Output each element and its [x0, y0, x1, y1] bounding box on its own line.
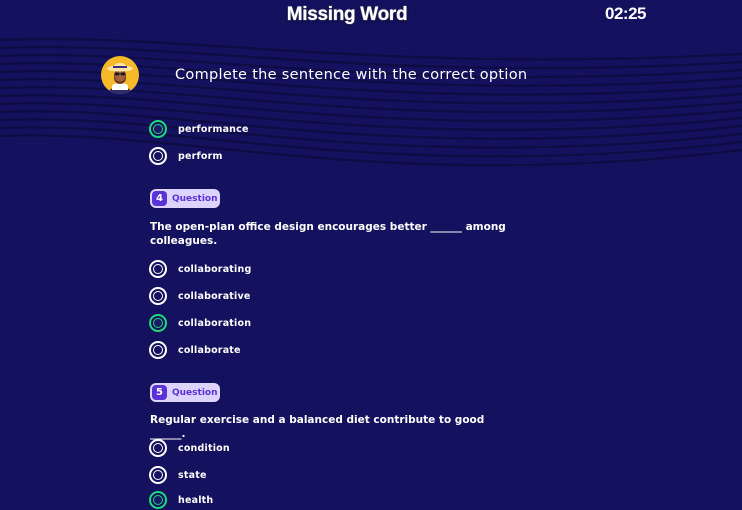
- option-label: collaborative: [178, 290, 251, 302]
- radio-icon[interactable]: [149, 341, 167, 359]
- top-bar: Missing Word 02:25: [0, 0, 742, 34]
- radio-icon[interactable]: [149, 287, 167, 305]
- answer-option[interactable]: state: [149, 465, 207, 485]
- option-label: state: [178, 469, 207, 481]
- option-label: performance: [178, 123, 249, 135]
- answer-option[interactable]: collaborate: [149, 340, 241, 360]
- question-number: 5: [152, 385, 167, 400]
- question-number: 4: [152, 191, 167, 206]
- answer-option[interactable]: collaborating: [149, 259, 251, 279]
- countdown-timer: 02:25: [605, 4, 646, 23]
- instruction-text: Complete the sentence with the correct o…: [175, 67, 528, 83]
- answer-option[interactable]: performance: [149, 119, 249, 139]
- radio-icon[interactable]: [149, 466, 167, 484]
- page-title: Missing Word: [286, 4, 408, 25]
- option-label: collaboration: [178, 317, 252, 329]
- answer-option[interactable]: collaborative: [149, 286, 251, 306]
- option-label: collaborating: [178, 263, 252, 275]
- option-label: condition: [178, 442, 230, 454]
- answer-option[interactable]: health: [149, 490, 213, 510]
- radio-icon[interactable]: [149, 439, 167, 457]
- answer-option[interactable]: collaboration: [149, 313, 251, 333]
- question-text: The open-plan office design encourages b…: [150, 221, 506, 247]
- question-badge: 5 Question: [150, 383, 220, 402]
- radio-icon[interactable]: [149, 147, 167, 165]
- radio-icon[interactable]: [149, 260, 167, 278]
- question-badge-label: Question: [172, 387, 218, 398]
- option-label: health: [178, 494, 214, 506]
- answer-option[interactable]: perform: [149, 146, 223, 166]
- radio-selected-icon[interactable]: [149, 491, 167, 509]
- question-header: Complete the sentence with the correct o…: [0, 34, 742, 114]
- question-text: Regular exercise and a balanced diet con…: [150, 414, 485, 440]
- option-label: perform: [178, 150, 223, 162]
- avatar: [101, 56, 139, 94]
- option-label: collaborate: [178, 344, 241, 356]
- question-badge: 4 Question: [150, 189, 220, 208]
- question-badge-label: Question: [172, 193, 218, 204]
- answer-option[interactable]: condition: [149, 438, 230, 458]
- radio-selected-icon[interactable]: [149, 120, 167, 138]
- radio-selected-icon[interactable]: [149, 314, 167, 332]
